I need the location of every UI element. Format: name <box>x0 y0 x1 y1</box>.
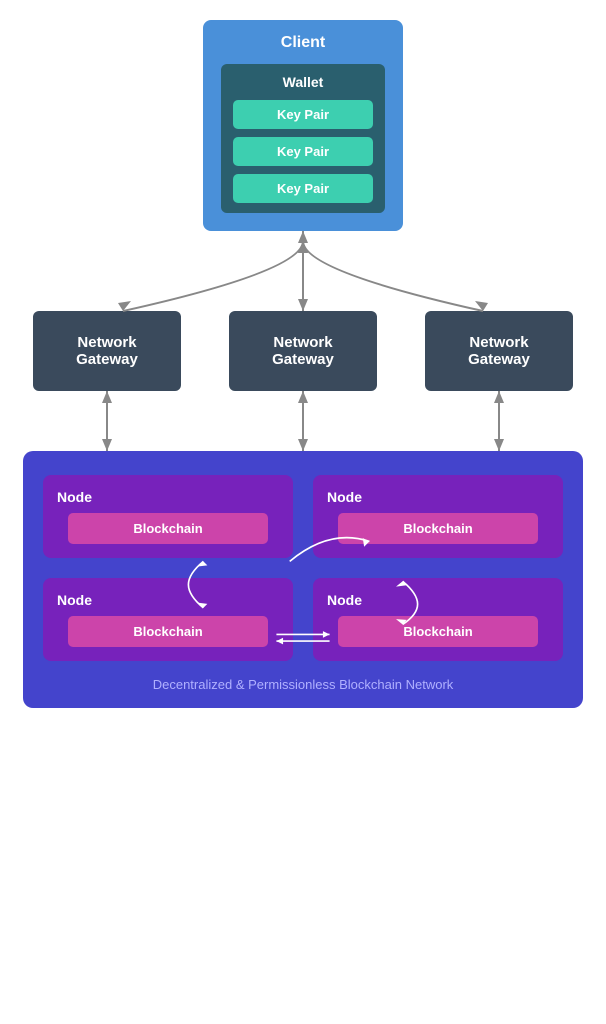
node-top-left-label: Node <box>57 489 92 505</box>
key-pair-2: Key Pair <box>233 137 373 166</box>
node-bottom-left-label: Node <box>57 592 92 608</box>
network-label: Decentralized & Permissionless Blockchai… <box>153 677 454 692</box>
client-box: Client Wallet Key Pair Key Pair Key Pair <box>203 20 403 231</box>
blockchain-bottom-left: Blockchain <box>68 616 268 647</box>
node-bottom-right-label: Node <box>327 592 362 608</box>
node-top-right-label: Node <box>327 489 362 505</box>
blockchain-top-right: Blockchain <box>338 513 538 544</box>
nodes-grid: Node Blockchain Node Blockchain Node Blo… <box>43 475 563 661</box>
client-to-gateway-arrows <box>43 231 563 311</box>
wallet-box: Wallet Key Pair Key Pair Key Pair <box>221 64 385 213</box>
node-top-left: Node Blockchain <box>43 475 293 558</box>
gateway-center: Network Gateway <box>229 311 377 391</box>
key-pair-3: Key Pair <box>233 174 373 203</box>
key-pair-1: Key Pair <box>233 100 373 129</box>
node-bottom-right: Node Blockchain <box>313 578 563 661</box>
gateway-center-label: Network Gateway <box>245 334 361 368</box>
node-top-right: Node Blockchain <box>313 475 563 558</box>
client-label: Client <box>281 34 325 52</box>
gateway-left-label: Network Gateway <box>49 334 165 368</box>
blockchain-top-left: Blockchain <box>68 513 268 544</box>
node-bottom-left: Node Blockchain <box>43 578 293 661</box>
gateway-left: Network Gateway <box>33 311 181 391</box>
diagram: Client Wallet Key Pair Key Pair Key Pair <box>10 20 596 708</box>
nodes-container: Node Blockchain Node Blockchain Node Blo… <box>43 475 563 661</box>
gateway-right: Network Gateway <box>425 311 573 391</box>
gateway-right-label: Network Gateway <box>441 334 557 368</box>
network-box: Node Blockchain Node Blockchain Node Blo… <box>23 451 583 708</box>
blockchain-bottom-right: Blockchain <box>338 616 538 647</box>
gateways-row: Network Gateway Network Gateway Network … <box>33 311 573 391</box>
wallet-label: Wallet <box>283 74 324 90</box>
gateway-to-network-arrows <box>33 391 573 451</box>
